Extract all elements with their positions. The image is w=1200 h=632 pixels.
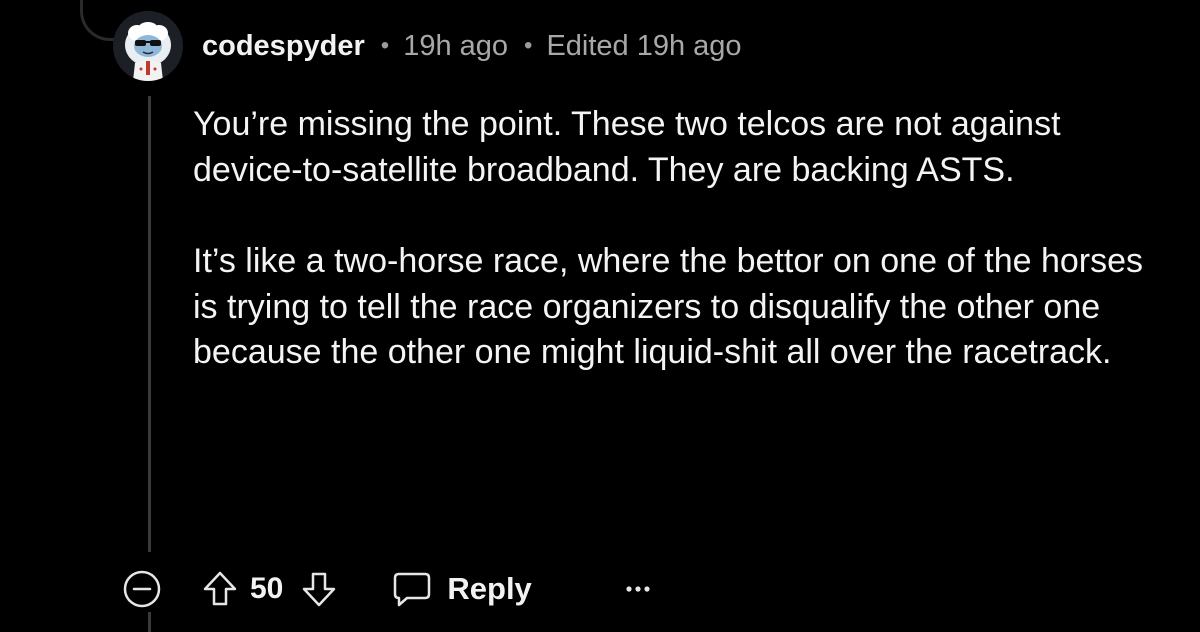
comment-body: You’re missing the point. These two telc… [193, 102, 1153, 376]
arrow-up-icon [203, 571, 237, 606]
comment-paragraph: It’s like a two-horse race, where the be… [193, 242, 1144, 371]
vote-score: 50 [250, 572, 284, 605]
comment-header: codespyder • 19h ago • Edited 19h ago [202, 26, 742, 66]
avatar-snoo-icon [113, 11, 183, 81]
speech-bubble-icon [394, 572, 431, 607]
comment-actions: 50 Reply [122, 563, 658, 615]
thread-line[interactable] [148, 96, 151, 552]
meta-separator: • [380, 32, 390, 59]
more-options-button[interactable] [618, 569, 658, 609]
downvote-button[interactable] [299, 569, 339, 609]
arrow-down-icon [303, 572, 336, 607]
thread-line [148, 612, 151, 632]
reply-label: Reply [447, 571, 532, 606]
reply-button[interactable]: Reply [391, 563, 532, 615]
collapse-button[interactable] [122, 569, 162, 609]
avatar[interactable] [113, 11, 183, 81]
username[interactable]: codespyder [202, 30, 365, 63]
timestamp: 19h ago [403, 29, 509, 62]
upvote-button[interactable] [200, 569, 240, 609]
comment-paragraph: You’re missing the point. These two telc… [193, 105, 1061, 189]
minus-circle-icon [123, 570, 161, 608]
edited-label: Edited 19h ago [546, 29, 742, 62]
meta-separator: • [524, 32, 533, 59]
ellipsis-icon [626, 586, 650, 592]
